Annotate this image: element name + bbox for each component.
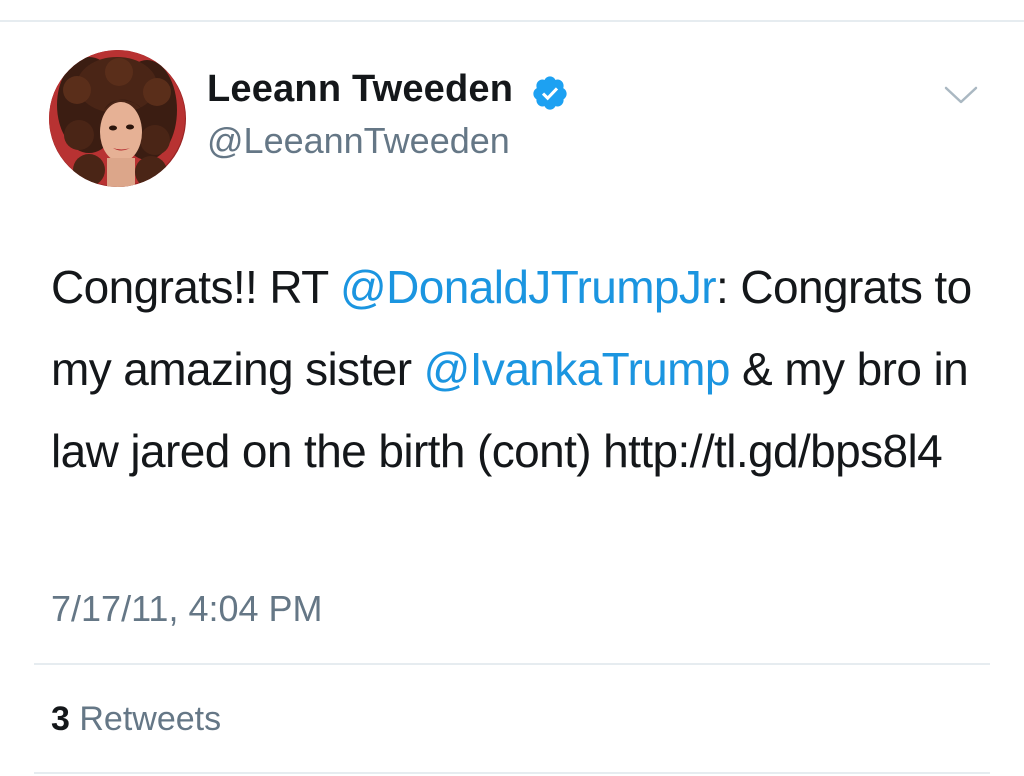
- top-divider: [0, 20, 1024, 22]
- tweet-detail-view: Leeann Tweeden @LeeannTweeden Congrats!!…: [0, 0, 1024, 776]
- stats-divider: [34, 663, 990, 665]
- tweet-text-prefix: Congrats!! RT: [51, 261, 341, 313]
- mention-link-ivankatrump[interactable]: @IvankaTrump: [424, 343, 731, 395]
- author-display-name[interactable]: Leeann Tweeden: [207, 68, 513, 111]
- author-handle[interactable]: @LeeannTweeden: [207, 120, 510, 162]
- retweet-stats[interactable]: 3 Retweets: [51, 700, 221, 739]
- bottom-divider: [34, 772, 990, 774]
- tweet-text: Congrats!! RT @DonaldJTrumpJr: Congrats …: [51, 246, 991, 492]
- avatar[interactable]: [49, 50, 186, 187]
- retweet-label: Retweets: [79, 700, 222, 738]
- tweet-timestamp: 7/17/11, 4:04 PM: [51, 588, 323, 629]
- verified-badge-icon: [533, 76, 567, 110]
- avatar-image: [49, 50, 185, 187]
- chevron-down-icon[interactable]: [943, 84, 979, 106]
- retweet-count: 3: [51, 700, 70, 738]
- mention-link-donaldjtrumpjr[interactable]: @DonaldJTrumpJr: [340, 261, 717, 313]
